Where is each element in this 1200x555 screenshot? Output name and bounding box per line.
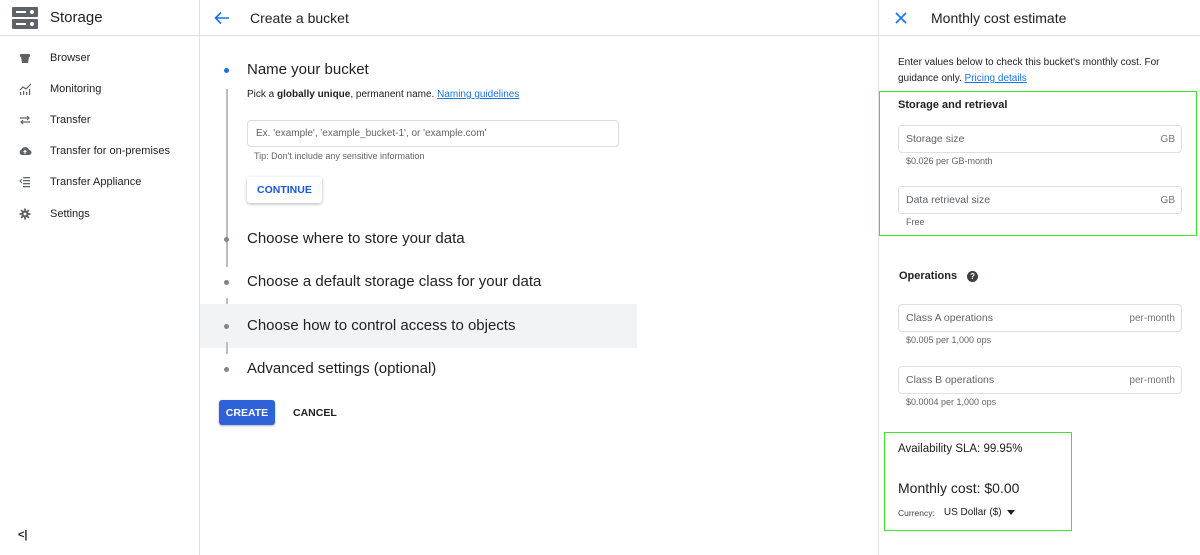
bucket-icon [18,51,32,65]
class-b-hint: $0.0004 per 1,000 ops [906,397,997,407]
cancel-button[interactable]: CANCEL [285,400,345,425]
main-header: Create a bucket [200,0,878,36]
cloud-upload-icon [18,144,32,158]
form-actions: CREATE CANCEL [219,400,345,425]
step-indicator [224,236,229,242]
monthly-cost: Monthly cost: $0.00 [898,480,1020,496]
storage-retrieval-title: Storage and retrieval [898,99,1008,111]
create-bucket-stepper: Name your bucket Pick a globally unique,… [200,52,878,391]
nav-item-transfer-on-premises[interactable]: Transfer for on-premises [0,136,199,167]
chart-icon [18,82,32,96]
currency-select[interactable]: US Dollar ($) [944,507,1015,518]
product-title: Storage [50,9,103,26]
cost-estimate-panel: Monthly cost estimate Enter values below… [878,0,1200,555]
left-nav: Storage Browser Monitoring Transfer Tran… [0,0,200,555]
nav-item-transfer-appliance[interactable]: Transfer Appliance [0,167,199,198]
transfer-arrows-icon [18,113,32,127]
storage-product-icon [12,6,38,29]
collapse-nav-button[interactable]: <| [18,529,28,541]
step-name-bucket: Name your bucket [200,52,878,88]
currency-label: Currency: [898,507,935,518]
class-a-operations-input[interactable]: Class A operations per-month [898,304,1182,332]
gear-icon [18,207,32,221]
create-button[interactable]: CREATE [219,400,275,425]
step-storage-class[interactable]: Choose a default storage class for your … [200,261,878,310]
step-description: Pick a globally unique, permanent name. … [247,89,520,100]
back-arrow-icon[interactable] [214,9,232,27]
pricing-details-link[interactable]: Pricing details [965,73,1027,84]
step-title: Name your bucket [247,61,369,78]
nav-list: Browser Monitoring Transfer Transfer for… [0,36,199,229]
currency-row: Currency: US Dollar ($) [898,507,1015,518]
main-content: Create a bucket Name your bucket Pick a … [200,0,878,555]
product-header: Storage [0,0,199,36]
step-name-bucket-body: Pick a globally unique, permanent name. … [200,89,878,261]
bucket-name-input[interactable] [247,120,619,147]
dropdown-caret-icon [1006,510,1015,515]
step-access-control[interactable]: Choose how to control access to objects [200,304,637,354]
list-icon [18,175,32,189]
page-title: Create a bucket [250,9,349,26]
panel-title: Monthly cost estimate [931,9,1067,26]
nav-item-monitoring[interactable]: Monitoring [0,73,199,104]
step-indicator [224,367,229,373]
help-icon[interactable]: ? [967,270,979,282]
step-indicator [224,280,229,286]
operations-title: Operations [899,270,958,282]
nav-item-browser[interactable]: Browser [0,42,199,73]
data-retrieval-size-input[interactable]: Data retrieval size GB [898,186,1182,214]
storage-size-hint: $0.026 per GB-month [906,156,993,166]
step-advanced-settings[interactable]: Advanced settings (optional) [200,348,878,392]
class-a-hint: $0.005 per 1,000 ops [906,335,992,345]
bucket-name-tip: Tip: Don't include any sensitive informa… [254,151,425,161]
close-icon[interactable] [895,11,909,25]
panel-header: Monthly cost estimate [879,0,1200,36]
step-location[interactable]: Choose where to store your data [200,217,878,267]
step-indicator [224,323,229,329]
continue-button[interactable]: CONTINUE [247,177,322,203]
data-retrieval-hint: Free [906,217,925,227]
storage-size-input[interactable]: Storage size GB [898,125,1182,153]
panel-intro: Enter values below to check this bucket'… [898,57,1160,84]
step-indicator-active [224,68,229,73]
class-b-operations-input[interactable]: Class B operations per-month [898,366,1182,394]
nav-item-settings[interactable]: Settings [0,198,199,229]
nav-item-transfer[interactable]: Transfer [0,104,199,135]
operations-header: Operations ? [899,270,979,282]
app-root: Storage Browser Monitoring Transfer Tran… [0,0,1200,555]
availability-sla: Availability SLA: 99.95% [898,443,1023,455]
naming-guidelines-link[interactable]: Naming guidelines [437,89,519,100]
